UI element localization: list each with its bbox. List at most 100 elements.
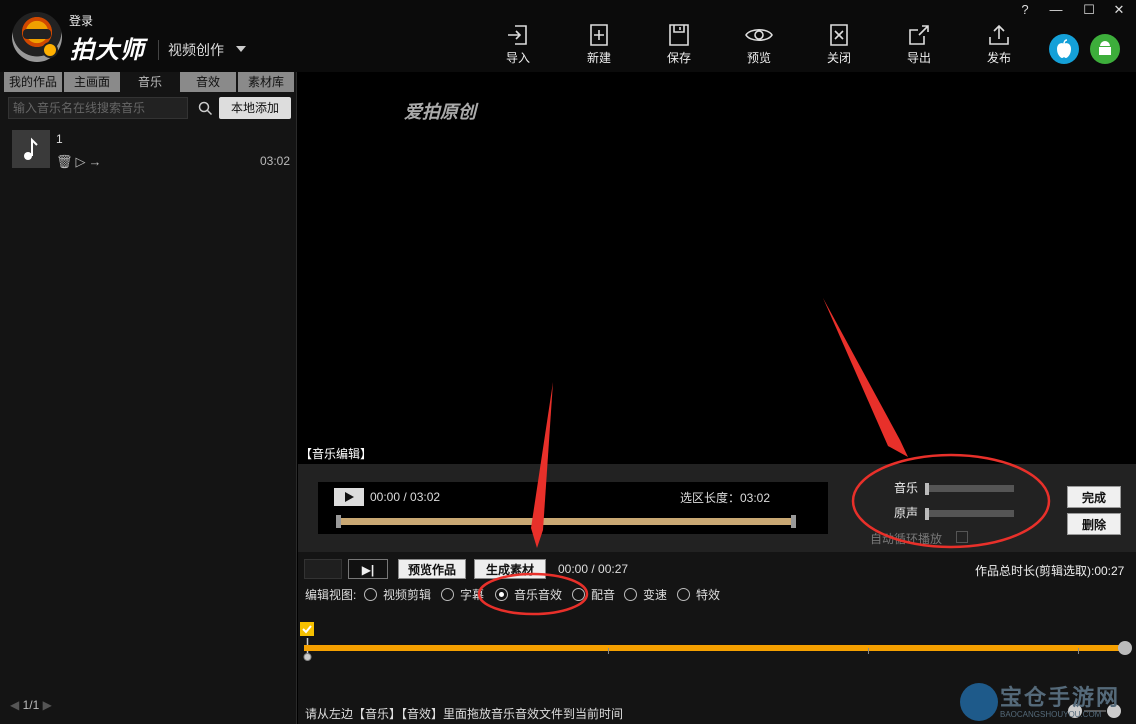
radio-dot-selected[interactable]: [495, 588, 508, 601]
music-item-duration: 03:02: [260, 154, 291, 168]
export-icon: [909, 25, 929, 45]
maximize-button[interactable]: ☐: [1079, 2, 1099, 18]
timeline-start-marker[interactable]: [300, 622, 314, 636]
import-icon: [508, 25, 527, 45]
music-item-controls: 🗑▷→: [56, 154, 105, 170]
view-effects[interactable]: 特效: [677, 586, 720, 603]
delete-button[interactable]: 删除: [1067, 513, 1121, 535]
export-button[interactable]: 导出: [891, 24, 947, 66]
logo-badge: [42, 42, 58, 58]
timeline-tick: [1078, 648, 1079, 654]
media-panel: 我的作品 主画面 音乐 音效 素材库 输入音乐名在线搜索音乐 本地添加 1 🗑▷…: [0, 72, 297, 724]
mode-selector[interactable]: 视频创作: [168, 40, 224, 60]
auto-loop-label: 自动循环播放: [870, 532, 943, 546]
selection-end-handle[interactable]: [791, 515, 796, 528]
header-divider: [158, 40, 159, 60]
timeline-end-handle[interactable]: [1118, 641, 1132, 655]
play-button[interactable]: [334, 488, 364, 506]
generate-material-button[interactable]: 生成素材: [474, 559, 546, 579]
radio-dot[interactable]: [364, 588, 377, 601]
site-watermark-name: 宝仓手游网: [1000, 685, 1121, 710]
site-watermark-logo: [960, 683, 998, 721]
view-subtitles[interactable]: 字幕: [441, 586, 484, 603]
tab-material-library[interactable]: 素材库: [238, 72, 294, 92]
logo-visor: [23, 29, 51, 39]
view-option-label: 变速: [643, 588, 668, 602]
tab-my-works[interactable]: 我的作品: [4, 72, 62, 92]
play-icon[interactable]: ▷: [76, 154, 89, 169]
original-volume-label: 原声: [894, 506, 919, 520]
music-time: 00:00 / 03:02: [370, 490, 441, 504]
total-duration: 作品总时长(剪辑选取):00:27: [975, 564, 1125, 578]
next-page-icon[interactable]: ▶: [43, 698, 52, 712]
pager: ◀ 1/1 ▶: [10, 698, 52, 712]
view-dubbing[interactable]: 配音: [572, 586, 615, 603]
view-option-label: 字幕: [460, 588, 485, 602]
tab-sound-effects[interactable]: 音效: [180, 72, 236, 92]
timeline-tick: [868, 648, 869, 654]
app-name: 拍大师: [70, 37, 145, 64]
music-edit-panel: 00:00 / 03:02 选区长度：03:02 音乐 原声 自动循环播放 完成…: [298, 464, 1136, 552]
view-music-effects[interactable]: 音乐音效: [495, 586, 562, 603]
radio-dot[interactable]: [441, 588, 454, 601]
new-label: 新建: [586, 51, 611, 65]
android-icon[interactable]: [1090, 34, 1120, 64]
tab-main-screen[interactable]: 主画面: [64, 72, 120, 92]
close-file-icon: [830, 24, 848, 46]
original-volume-knob[interactable]: [925, 508, 929, 520]
step-play-button[interactable]: ▶|: [348, 559, 388, 579]
timeline-time: 00:00 / 00:27: [558, 562, 629, 576]
new-button[interactable]: 新建: [571, 24, 627, 66]
selection-length: 选区长度：03:02: [680, 491, 771, 505]
video-preview: 爱拍原创: [298, 72, 1136, 442]
tab-music[interactable]: 音乐: [122, 72, 178, 92]
timeline-play-button[interactable]: [304, 559, 342, 579]
radio-dot[interactable]: [624, 588, 637, 601]
done-button[interactable]: 完成: [1067, 486, 1121, 508]
help-button[interactable]: ?: [1015, 2, 1035, 17]
preview-button[interactable]: 预览: [731, 24, 787, 66]
window-close-button[interactable]: ✕: [1109, 2, 1129, 18]
apple-icon[interactable]: [1049, 34, 1079, 64]
music-volume-knob[interactable]: [925, 483, 929, 495]
radio-dot[interactable]: [677, 588, 690, 601]
view-option-label: 音乐音效: [514, 588, 563, 602]
chevron-down-icon[interactable]: [236, 46, 246, 52]
music-search-input[interactable]: 输入音乐名在线搜索音乐: [8, 97, 188, 119]
radio-dot[interactable]: [572, 588, 585, 601]
music-item-name: 1: [56, 132, 63, 146]
import-button[interactable]: 导入: [490, 24, 546, 66]
auto-loop-checkbox[interactable]: [956, 531, 968, 543]
music-volume-slider[interactable]: [926, 485, 1014, 492]
new-file-icon: [590, 24, 608, 46]
view-video-edit[interactable]: 视频剪辑: [364, 586, 431, 603]
preview-work-button[interactable]: 预览作品: [398, 559, 466, 579]
publish-label: 发布: [986, 51, 1011, 65]
prev-page-icon[interactable]: ◀: [10, 698, 19, 712]
drag-hint: 请从左边【音乐】【音效】里面拖放音乐音效文件到当前时间: [305, 707, 624, 721]
search-icon[interactable]: [198, 101, 213, 116]
music-thumbnail[interactable]: [12, 130, 50, 168]
view-speed[interactable]: 变速: [624, 586, 667, 603]
site-watermark-url: BAOCANGSHOUYOU.COM: [1000, 710, 1102, 719]
arrow-right-icon[interactable]: →: [89, 154, 105, 169]
minimize-button[interactable]: —: [1046, 2, 1066, 17]
page-indicator: 1/1: [22, 698, 40, 712]
music-edit-title: 【音乐编辑】: [300, 447, 373, 461]
view-option-label: 视频剪辑: [383, 588, 432, 602]
login-link[interactable]: 登录: [69, 12, 93, 29]
publish-button[interactable]: 发布: [971, 24, 1027, 66]
music-player: 00:00 / 03:02 选区长度：03:02: [318, 482, 828, 534]
add-local-button[interactable]: 本地添加: [219, 97, 291, 119]
preview-watermark: 爱拍原创: [404, 102, 476, 122]
original-volume-slider[interactable]: [926, 510, 1014, 517]
music-selection-bar[interactable]: [336, 515, 796, 528]
music-volume-label: 音乐: [894, 481, 919, 495]
trash-icon[interactable]: 🗑: [56, 154, 76, 169]
save-icon: [669, 24, 689, 46]
close-project-button[interactable]: 关闭: [811, 24, 867, 66]
preview-label: 预览: [746, 51, 771, 65]
timeline-track[interactable]: [304, 645, 1130, 651]
save-button[interactable]: 保存: [651, 24, 707, 66]
selection-start-handle[interactable]: [336, 515, 341, 528]
